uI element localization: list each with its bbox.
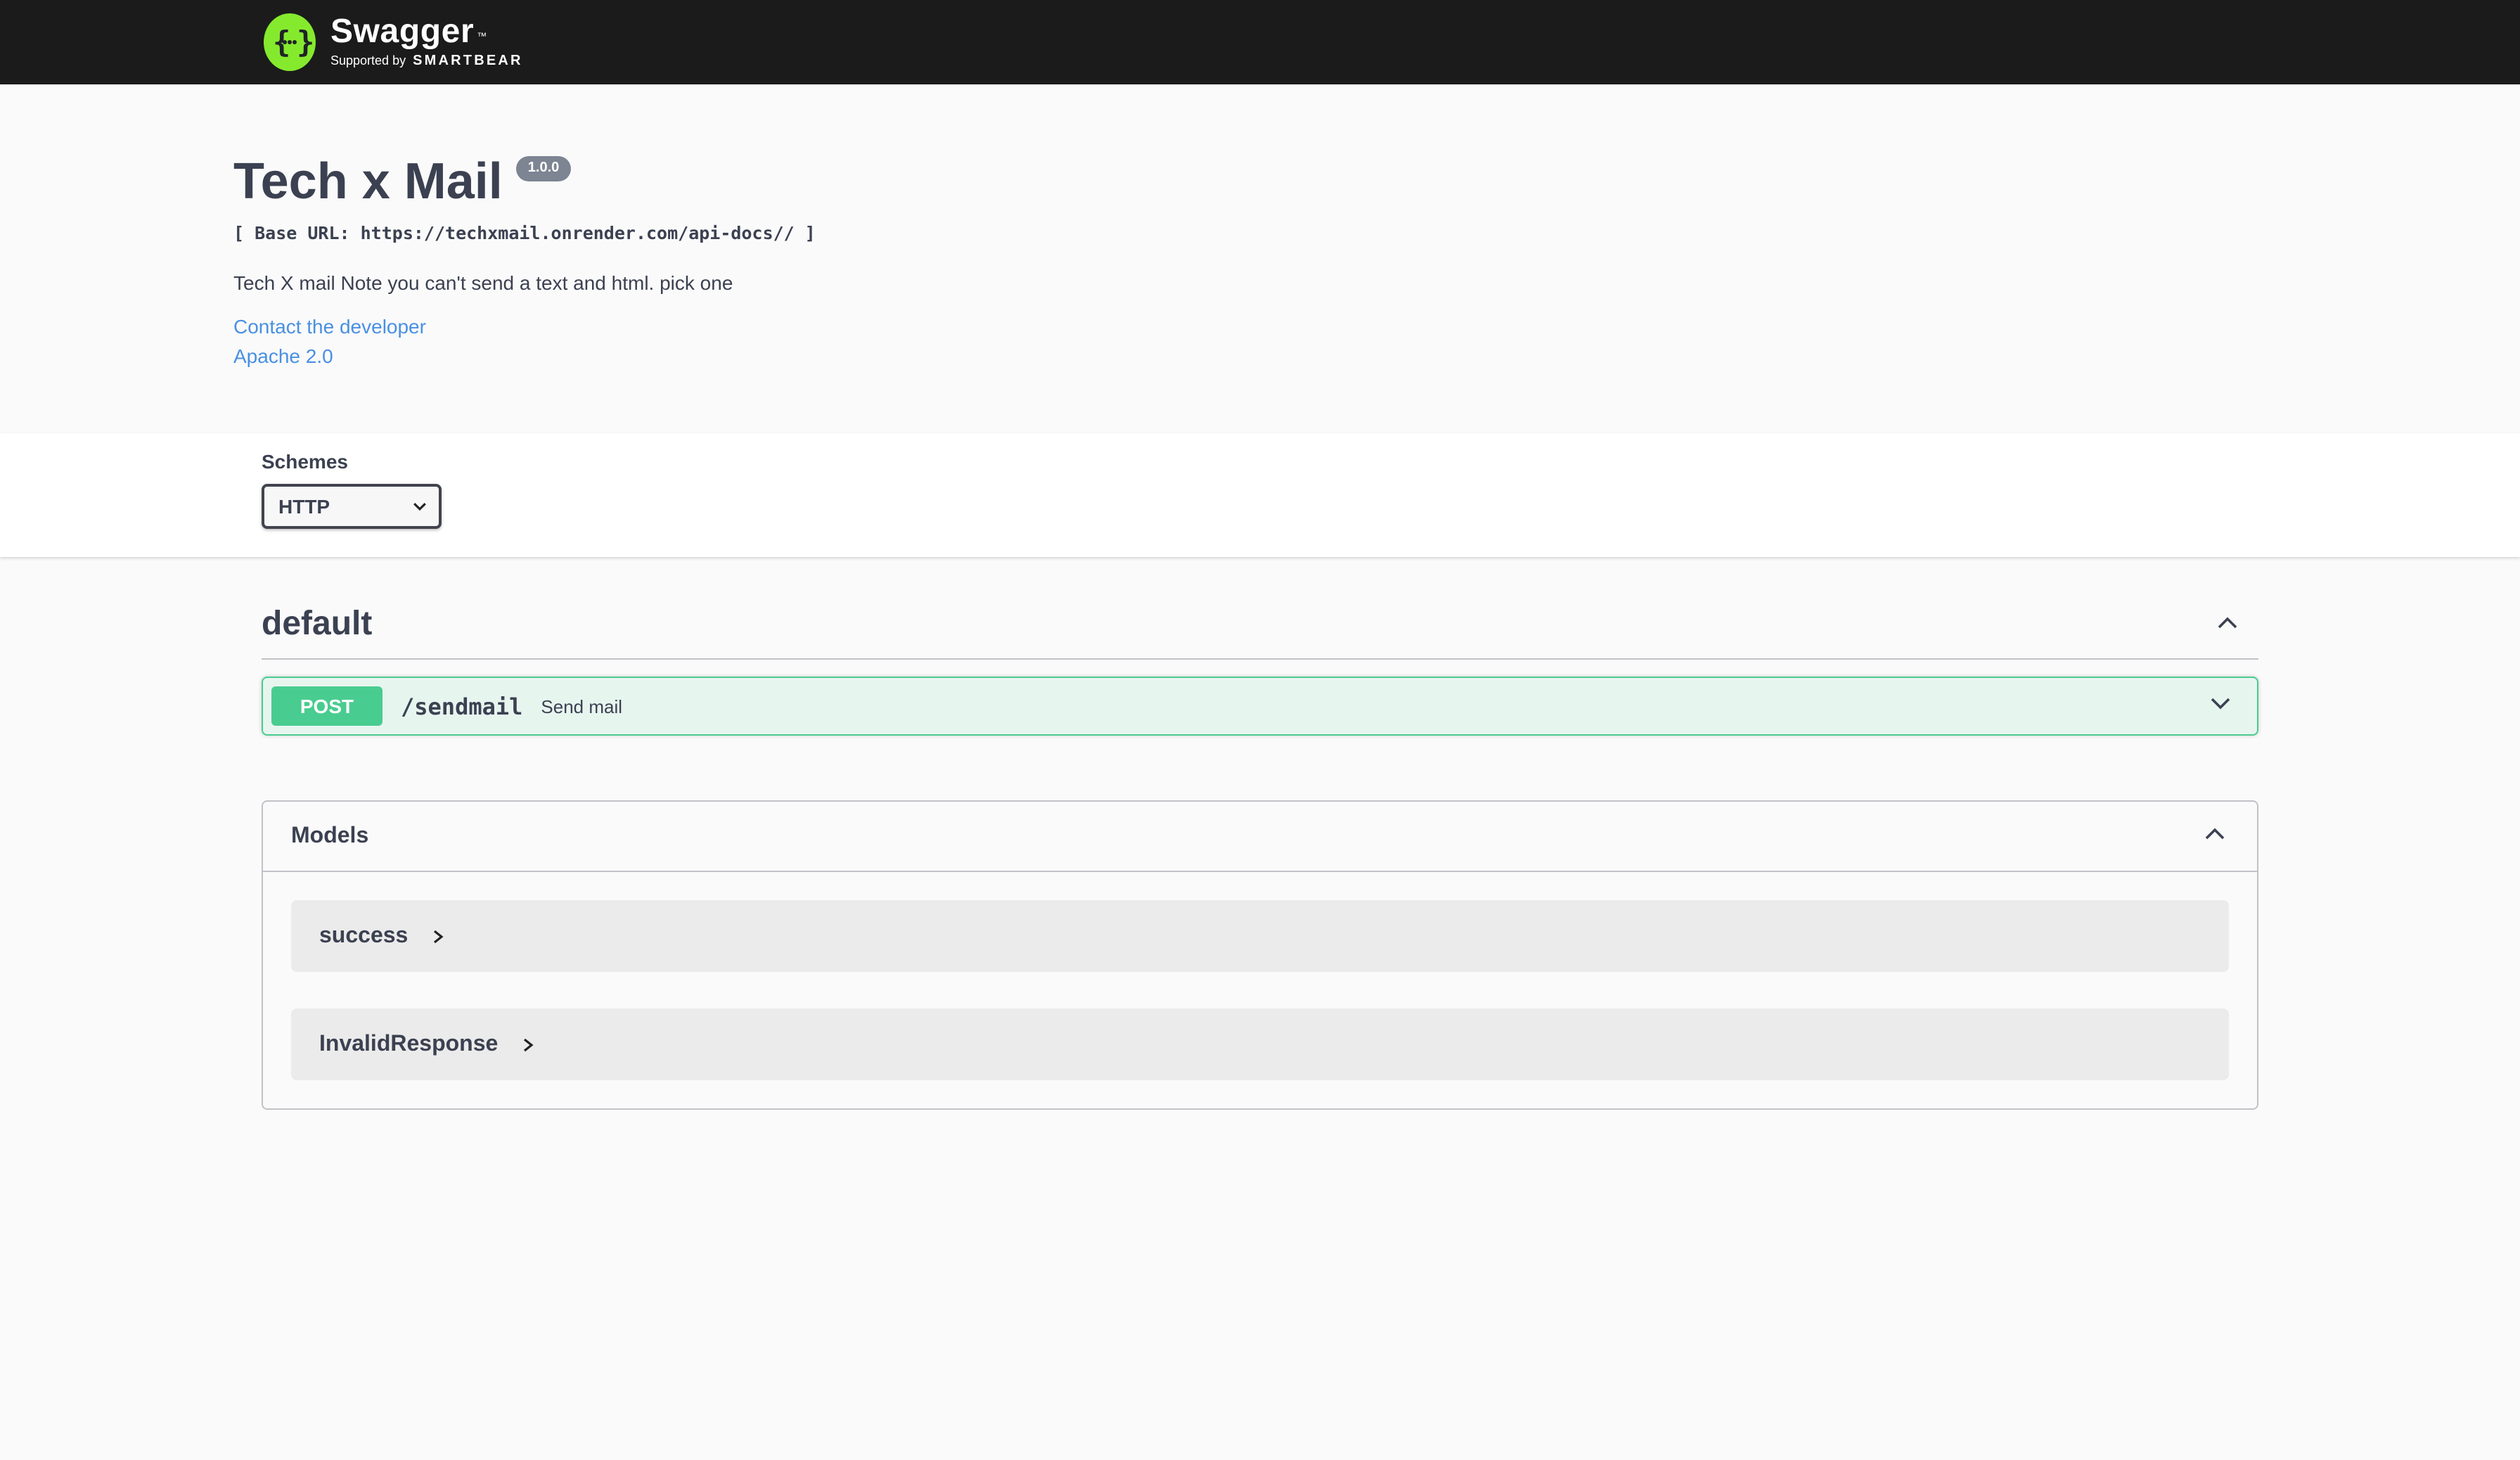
operation-path: /sendmail <box>401 693 522 719</box>
model-name: InvalidResponse <box>319 1032 498 1057</box>
models-section: Models success <box>262 800 2258 1110</box>
chevron-up-icon <box>2201 820 2229 852</box>
api-info-section: Tech x Mail 1.0.0 [ Base URL: https://te… <box>0 84 2520 434</box>
model-row-invalidresponse[interactable]: InvalidResponse <box>291 1008 2229 1080</box>
models-title: Models <box>291 824 368 849</box>
smartbear-brand: SMARTBEAR <box>413 53 523 69</box>
version-badge: 1.0.0 <box>517 156 571 181</box>
scheme-container: Schemes HTTP <box>0 434 2520 558</box>
tag-section-default[interactable]: default <box>262 606 2258 660</box>
models-body: success InvalidResponse <box>263 872 2257 1108</box>
base-url: [ Base URL: https://techxmail.onrender.c… <box>233 223 2287 244</box>
brand-wordmark: Swagger <box>330 15 474 49</box>
swagger-logo-link[interactable]: { } Swagger ™ Supported by SMARTBEAR <box>262 13 523 72</box>
scheme-select[interactable]: HTTP <box>262 485 442 530</box>
page-title: Tech x Mail 1.0.0 <box>233 152 2287 210</box>
opblock-summary-post-sendmail[interactable]: POST /sendmail Send mail <box>263 678 2257 734</box>
chevron-right-icon <box>428 926 447 946</box>
tag-title-default: default <box>262 606 372 646</box>
license-link[interactable]: Apache 2.0 <box>233 342 2287 372</box>
chevron-right-icon <box>518 1035 537 1054</box>
collapse-default-button[interactable] <box>2213 610 2242 642</box>
supported-by: Supported by SMARTBEAR <box>330 53 523 69</box>
svg-text:}: } <box>297 25 314 59</box>
model-row-success[interactable]: success <box>291 900 2229 972</box>
supported-by-prefix: Supported by <box>330 53 406 68</box>
swagger-logo-icon: { } <box>262 13 318 72</box>
api-title-text: Tech x Mail <box>233 152 503 210</box>
topbar: { } Swagger ™ Supported by SMARTBEAR <box>0 0 2520 84</box>
chevron-up-icon <box>2213 610 2242 642</box>
model-name: success <box>319 923 408 949</box>
schemes-label: Schemes <box>262 451 348 473</box>
method-badge-post: POST <box>271 686 382 726</box>
api-description: Tech X mail Note you can't send a text a… <box>233 272 2287 295</box>
opblock-post-sendmail: POST /sendmail Send mail <box>262 677 2258 736</box>
chevron-down-icon <box>2206 689 2235 724</box>
operation-summary: Send mail <box>541 696 622 717</box>
expand-operation-button[interactable] <box>2206 689 2235 724</box>
scheme-select-wrap: HTTP <box>262 485 442 530</box>
models-header[interactable]: Models <box>263 802 2257 872</box>
trademark-symbol: ™ <box>477 32 487 42</box>
operations-section: default POST /sendmail Send mail <box>0 558 2520 1110</box>
swagger-ui-page: { } Swagger ™ Supported by SMARTBEAR <box>0 0 2520 1460</box>
collapse-models-button[interactable] <box>2201 820 2229 852</box>
contact-developer-link[interactable]: Contact the developer <box>233 313 2287 342</box>
